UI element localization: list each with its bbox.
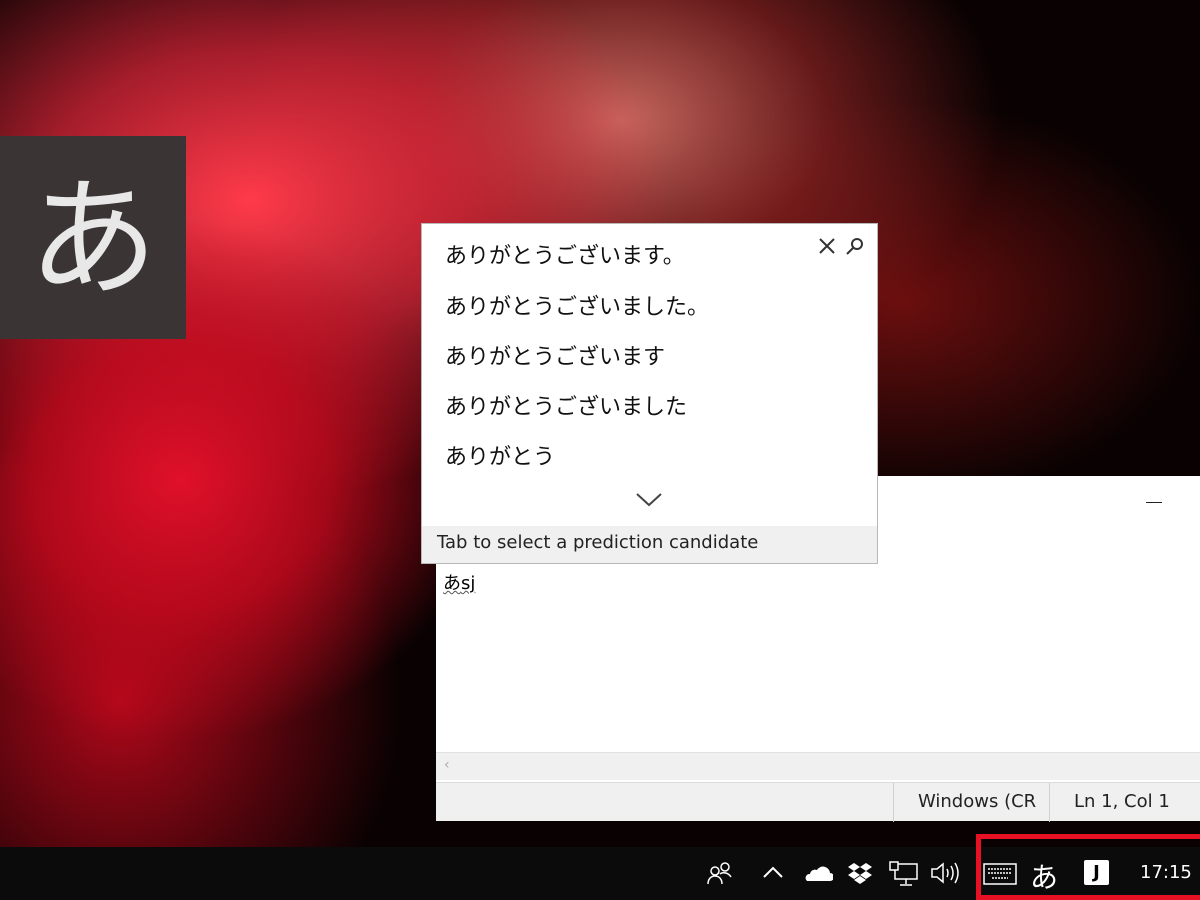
cursor-position: Ln 1, Col 1 [1049,783,1200,822]
candidate-item[interactable]: ありがとうございました [445,389,687,421]
pending-text: sj [461,573,476,594]
candidate-item[interactable]: ありがとう [445,439,555,471]
horizontal-scrollbar[interactable]: ‹ [436,752,1200,780]
status-bar: Windows (CR Ln 1, Col 1 [436,782,1200,822]
text-editor[interactable]: あsj [436,565,1200,752]
candidate-item[interactable]: ありがとうございます [445,339,665,371]
onedrive-icon[interactable] [803,864,833,882]
close-icon[interactable] [817,236,837,256]
people-icon[interactable] [706,861,734,885]
network-icon[interactable] [889,861,919,887]
candidate-item[interactable]: ありがとうございます。 [445,238,685,270]
candidate-item[interactable]: ありがとうございました。 [445,289,709,321]
show-hidden-icons-chevron[interactable] [762,865,784,879]
prediction-candidate-popup: ありがとうございます。 ありがとうございました。 ありがとうございます ありがと… [421,223,878,564]
minimize-button[interactable] [1146,488,1164,508]
dropbox-icon[interactable] [847,861,873,885]
ime-mode-indicator: あ [0,136,186,339]
composed-text: あ [443,573,461,594]
search-icon[interactable] [845,236,865,256]
volume-icon[interactable] [930,861,960,885]
scroll-left-arrow-icon[interactable]: ‹ [444,757,450,773]
encoding-status: Windows (CR [893,783,1049,822]
highlight-box [976,834,1200,900]
popup-footer-hint: Tab to select a prediction candidate [422,526,877,563]
chevron-down-icon[interactable] [636,489,662,509]
